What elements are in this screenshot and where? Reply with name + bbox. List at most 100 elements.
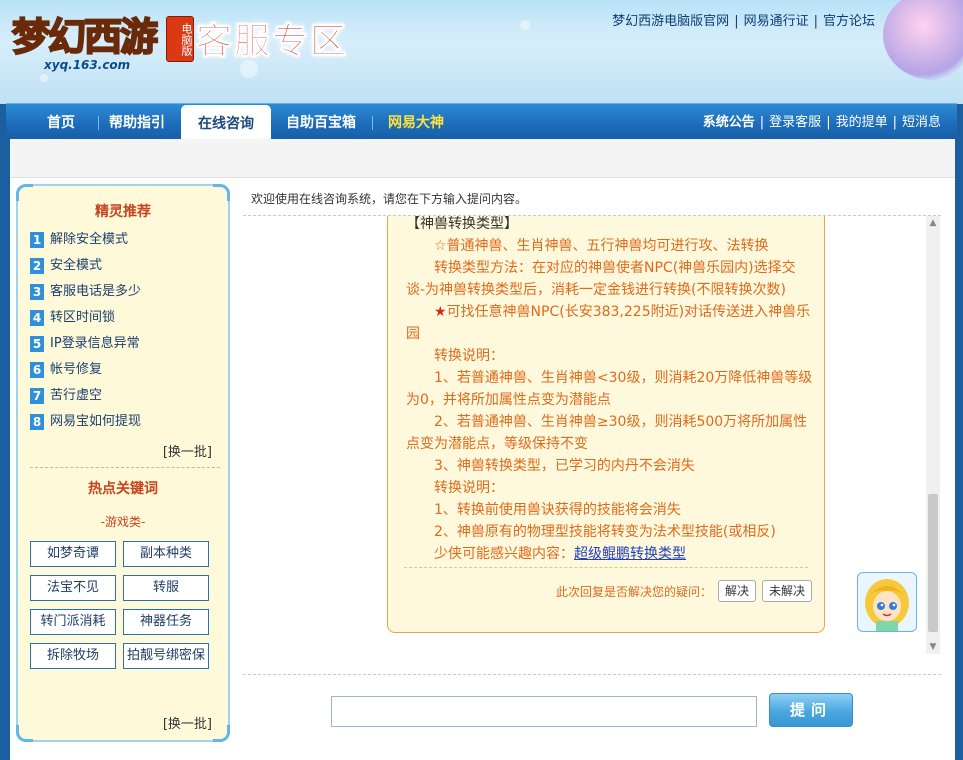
nav-my-tickets[interactable]: 我的提单 — [836, 115, 888, 130]
ask-button[interactable]: 提问 — [769, 693, 853, 727]
top-link-forum[interactable]: 官方论坛 — [823, 14, 875, 29]
recommend-item[interactable]: 7 苦行虚空 — [30, 387, 220, 413]
recommend-item[interactable]: 2 安全模式 — [30, 257, 220, 283]
keyword-button[interactable]: 拆除牧场 — [30, 643, 116, 669]
logo-text: 梦幻西游 — [11, 14, 159, 60]
assistant-avatar — [857, 572, 917, 632]
item-label: 帐号修复 — [50, 362, 103, 377]
frame-corner — [16, 725, 33, 742]
game-logo[interactable]: 梦幻西游 电脑版 xyq.163.com — [11, 6, 194, 72]
feedback-question: 此次回复是否解决您的疑问： — [555, 584, 712, 599]
page-body: 精灵推荐 1 解除安全模式 2 安全模式 3 客服电话是多少 4 转区时间锁 5 IP登录… — [10, 139, 955, 760]
nav-netease-dashen[interactable]: 网易大神 — [376, 104, 456, 140]
item-label: 解除安全模式 — [50, 232, 129, 247]
item-number: 6 — [30, 362, 44, 378]
item-label: 网易宝如何提现 — [50, 414, 142, 429]
item-number: 3 — [30, 284, 44, 300]
separator: | — [759, 115, 765, 130]
main-nav: 首页 帮助指引 在线咨询 自助百宝箱 网易大神 系统公告 | 登录客服 | 我的提单 | 短… — [6, 103, 957, 141]
answer-line: 转换类型方法：在对应的神兽使者NPC(神兽乐园内)选择交 — [434, 260, 796, 276]
keyword-button[interactable]: 法宝不见 — [30, 575, 116, 601]
recommend-item[interactable]: 1 解除安全模式 — [30, 231, 220, 257]
nav-help[interactable]: 帮助指引 — [102, 104, 172, 140]
sidebar: 精灵推荐 1 解除安全模式 2 安全模式 3 客服电话是多少 4 转区时间锁 5 IP登录… — [16, 184, 230, 742]
nav-home[interactable]: 首页 — [26, 104, 96, 140]
item-label: IP登录信息异常 — [50, 336, 140, 351]
item-label: 苦行虚空 — [50, 388, 103, 403]
answer-line: 1、若普通神兽、生肖神兽<30级，则消耗20万降低神兽等级 — [434, 370, 813, 386]
recommend-title: 精灵推荐 — [95, 204, 151, 220]
nav-online-consult[interactable]: 在线咨询 — [181, 105, 271, 141]
feedback-row: 此次回复是否解决您的疑问： 解决 未解决 — [556, 580, 812, 602]
keyword-button[interactable]: 转服 — [123, 575, 209, 601]
keyword-button[interactable]: 副本种类 — [123, 541, 209, 567]
scroll-thumb[interactable] — [928, 494, 938, 632]
item-number: 1 — [30, 232, 44, 248]
logo-pc-badge: 电脑版 — [166, 16, 194, 62]
question-input[interactable] — [331, 696, 757, 727]
answer-line: ★可找任意神兽NPC(长安383,225附近)对话传送进入神兽乐 — [388, 301, 824, 323]
answer-line: ☆普通神兽、生肖神兽、五行神兽均可进行攻、法转换 — [434, 238, 769, 254]
keyword-button[interactable]: 转门派消耗 — [30, 609, 116, 635]
item-number: 7 — [30, 388, 44, 404]
chat-scrollbar[interactable]: ▲ ▼ — [926, 216, 940, 654]
solved-button[interactable]: 解决 — [717, 580, 756, 602]
answer-line: 谈-为神兽转换类型后，消耗一定金钱进行转换(不限转换次数) — [406, 282, 786, 298]
answer-line: 少侠可能感兴趣内容：超级鲲鹏转换类型 — [388, 543, 824, 565]
input-divider — [243, 674, 941, 675]
separator: | — [813, 14, 818, 29]
keyword-category: -游戏类- — [100, 515, 146, 529]
answer-line: 点变为潜能点，等级保持不变 — [406, 436, 588, 452]
nav-announcement[interactable]: 系统公告 — [703, 115, 755, 130]
item-label: 客服电话是多少 — [50, 284, 142, 299]
hot-keywords-title: 热点关键词 — [88, 481, 158, 497]
welcome-text: 欢迎使用在线咨询系统，请您在下方输入提问内容。 — [251, 192, 528, 206]
nav-messages[interactable]: 短消息 — [902, 115, 941, 130]
answer-line: 2、神兽原有的物理型技能将转变为法术型技能(或相反) — [434, 524, 776, 540]
scroll-down-arrow-icon[interactable]: ▼ — [926, 640, 940, 654]
answer-line: 3、神兽转换类型，已学习的内丹不会消失 — [434, 458, 695, 474]
top-links: 梦幻西游电脑版官网 | 网易通行证 | 官方论坛 — [612, 10, 875, 29]
star-icon: ★ — [434, 304, 447, 320]
answer-line: 2、若普通神兽、生肖神兽≥30级，则消耗500万将所加属性 — [434, 414, 808, 430]
recommend-item[interactable]: 6 帐号修复 — [30, 361, 220, 387]
separator: | — [826, 115, 831, 130]
item-label: 安全模式 — [50, 258, 103, 273]
nav-login-service[interactable]: 登录客服 — [769, 115, 821, 130]
frame-corner — [213, 184, 230, 201]
nav-separator — [372, 116, 373, 130]
decor-bubble — [520, 20, 530, 30]
swap-batch-link-2[interactable]: [换一批] — [163, 713, 212, 732]
answer-line: 园 — [406, 326, 420, 342]
scroll-up-arrow-icon[interactable]: ▲ — [926, 216, 940, 230]
item-number: 2 — [30, 258, 44, 274]
recommend-item[interactable]: 3 客服电话是多少 — [30, 283, 220, 309]
answer-line: 转换说明： — [434, 480, 504, 496]
keyword-button[interactable]: 拍靓号绑密保 — [123, 643, 209, 669]
frame-corner — [213, 725, 230, 742]
recommend-list: 1 解除安全模式 2 安全模式 3 客服电话是多少 4 转区时间锁 5 IP登录信息异常 … — [30, 231, 220, 439]
recommend-item[interactable]: 4 转区时间锁 — [30, 309, 220, 335]
logo-url: xyq.163.com — [44, 58, 131, 72]
nav-self-service[interactable]: 自助百宝箱 — [276, 104, 366, 140]
answer-heading: 【神兽转换类型】 — [406, 216, 518, 232]
keyword-button[interactable]: 神器任务 — [123, 609, 209, 635]
top-link-official[interactable]: 梦幻西游电脑版官网 — [612, 14, 729, 29]
separator: | — [734, 14, 739, 29]
nav-right-links: 系统公告 | 登录客服 | 我的提单 | 短消息 — [703, 104, 941, 140]
keyword-button[interactable]: 如梦奇谭 — [30, 541, 116, 567]
answer-line: 转换说明： — [434, 348, 504, 364]
swap-batch-link[interactable]: [换一批] — [163, 441, 212, 460]
answer-line: 为0，并将所加属性点变为潜能点 — [406, 392, 611, 408]
recommend-item[interactable]: 5 IP登录信息异常 — [30, 335, 220, 361]
decor-bubble — [40, 74, 48, 82]
item-number: 4 — [30, 310, 44, 326]
bubble-divider — [404, 567, 808, 568]
chat-log: 【神兽转换类型】 ☆普通神兽、生肖神兽、五行神兽均可进行攻、法转换 转换类型方法… — [243, 215, 941, 674]
recommend-item[interactable]: 8 网易宝如何提现 — [30, 413, 220, 439]
interest-link[interactable]: 超级鲲鹏转换类型 — [574, 546, 686, 562]
item-number: 5 — [30, 336, 44, 352]
unsolved-button[interactable]: 未解决 — [761, 580, 812, 602]
top-link-passport[interactable]: 网易通行证 — [744, 14, 809, 29]
answer-line: 1、转换前使用兽诀获得的技能将会消失 — [434, 502, 681, 518]
